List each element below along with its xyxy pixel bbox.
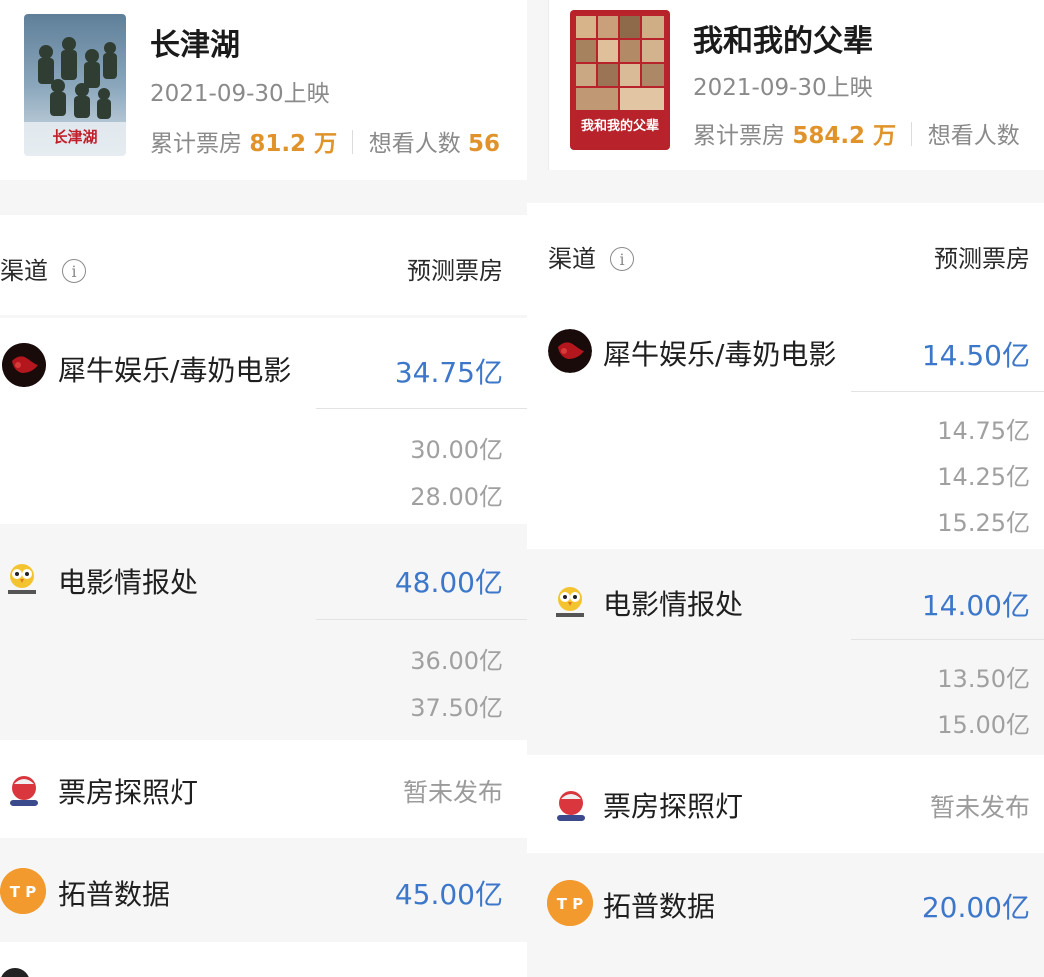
topdata-logo-text: T P [10,883,36,901]
poster-title-text: 长津湖 [52,128,97,146]
channel-row[interactable]: T P 拓普数据 45.00亿 [0,838,527,942]
spotlight-logo-icon [551,785,591,825]
channel-block: 电影情报处 14.00亿 13.50亿 15.00亿 [527,549,1044,755]
owl-logo-icon [552,583,588,619]
movie-card[interactable]: 我和我的父辈 我和我的父辈 2021-09-30上映 累计票房 584.2 万 … [548,0,1044,170]
divider [851,391,1044,392]
divider [316,408,527,409]
channel-block: 犀牛娱乐/毒奶电影 34.75亿 30.00亿 28.00亿 [0,318,527,524]
channel-block: 犀牛娱乐/毒奶电影 14.50亿 14.75亿 14.25亿 15.25亿 [527,303,1044,549]
sub-forecast-value: 14.75亿 [937,417,1030,445]
forecast-value: 45.00亿 [394,878,503,911]
channel-block: 票房探照灯 暂未发布 [527,755,1044,853]
poster-image: 长津湖 [24,14,126,156]
info-icon[interactable]: i [62,259,86,283]
divider [352,130,354,154]
rhino-logo-icon [2,343,46,387]
box-office-label: 累计票房 [693,123,785,149]
rhino-logo-icon [548,329,592,373]
want-to-see-label: 想看人数 [368,131,461,157]
movie-title[interactable]: 我和我的父辈 [693,16,873,60]
channel-row[interactable]: 票房探照灯 暂未发布 [0,740,527,838]
info-icon[interactable]: i [610,247,634,271]
next-channel-logo-icon [0,968,30,977]
stats-line: 累计票房 81.2 万 想看人数 56 [150,124,500,158]
release-date: 2021-09-30上映 [693,75,873,101]
box-office-label: 累计票房 [150,131,242,157]
forecast-header-label: 预测票房 [407,257,503,285]
sub-forecast-value: 30.00亿 [410,436,503,464]
topdata-logo-icon: T P [547,880,593,926]
channel-name: 犀牛娱乐/毒奶电影 [603,338,837,371]
channel-header-label: 渠道 [0,257,48,285]
divider [316,619,527,620]
channel-row[interactable]: 犀牛娱乐/毒奶电影 34.75亿 [0,318,527,408]
sub-forecast-value: 15.25亿 [937,509,1030,537]
movie-card[interactable]: 长津湖 长津湖 2021-09-30上映 累计票房 81.2 万 想看人数 56 [0,0,527,180]
topdata-logo-icon: T P [0,868,46,914]
movie-poster[interactable]: 我和我的父辈 [570,10,670,150]
channel-row[interactable]: 电影情报处 14.00亿 [527,549,1044,639]
divider [911,122,913,146]
poster-image: 我和我的父辈 [570,10,670,150]
channel-header: 渠道 i [548,239,634,274]
poster-title-text: 我和我的父辈 [581,118,659,134]
box-office-value: 584.2 万 [792,123,897,149]
want-to-see-value: 56 [468,131,501,157]
channel-block: 票房探照灯 暂未发布 [0,740,527,838]
left-movie-panel: 长津湖 长津湖 2021-09-30上映 累计票房 81.2 万 想看人数 56… [0,0,527,977]
channel-row[interactable]: T P 拓普数据 20.00亿 [527,853,1044,953]
box-office-value: 81.2 万 [249,131,338,157]
divider [851,639,1044,640]
channel-name: 电影情报处 [603,588,744,621]
channel-name: 票房探照灯 [58,776,199,809]
right-movie-panel: 我和我的父辈 我和我的父辈 2021-09-30上映 累计票房 584.2 万 … [527,0,1044,977]
sub-forecast-value: 15.00亿 [937,711,1030,739]
sub-forecast-value: 14.25亿 [937,463,1030,491]
forecast-value: 20.00亿 [921,891,1030,924]
channel-block: 电影情报处 48.00亿 36.00亿 37.50亿 [0,524,527,740]
forecast-header-label: 预测票房 [934,245,1030,273]
sub-forecast-value: 13.50亿 [937,665,1030,693]
spotlight-logo-icon [4,770,44,810]
owl-logo-icon [4,560,40,596]
channel-row[interactable]: 电影情报处 48.00亿 [0,524,527,619]
channel-name: 拓普数据 [58,878,171,911]
channel-name: 拓普数据 [603,890,716,923]
channel-block: T P 拓普数据 45.00亿 [0,838,527,942]
channel-header-label: 渠道 [548,245,596,273]
forecast-header: 渠道 i 预测票房 [527,203,1044,303]
sub-forecast-value: 28.00亿 [410,483,503,511]
channel-name: 电影情报处 [58,566,199,599]
sub-forecast-value: 37.50亿 [410,694,503,722]
channel-header: 渠道 i [0,251,86,286]
movie-poster[interactable]: 长津湖 [24,14,126,156]
forecast-value: 14.00亿 [921,589,1030,622]
movie-title[interactable]: 长津湖 [150,20,240,64]
channel-block-partial [0,942,527,977]
forecast-status: 暂未发布 [929,793,1030,822]
forecast-value: 14.50亿 [921,339,1030,372]
stats-line: 累计票房 584.2 万 想看人数 [693,116,1020,150]
forecast-value: 48.00亿 [394,566,503,599]
channel-name: 票房探照灯 [603,790,744,823]
forecast-header: 渠道 i 预测票房 [0,215,527,315]
release-date: 2021-09-30上映 [150,81,330,107]
forecast-value: 34.75亿 [394,356,503,389]
channel-row[interactable]: 票房探照灯 暂未发布 [527,755,1044,853]
channel-row[interactable]: 犀牛娱乐/毒奶电影 14.50亿 [527,303,1044,391]
want-to-see-label: 想看人数 [927,123,1020,149]
topdata-logo-text: T P [557,895,583,913]
forecast-status: 暂未发布 [402,778,503,807]
sub-forecast-value: 36.00亿 [410,647,503,675]
channel-block: T P 拓普数据 20.00亿 [527,853,1044,953]
channel-name: 犀牛娱乐/毒奶电影 [58,354,292,387]
